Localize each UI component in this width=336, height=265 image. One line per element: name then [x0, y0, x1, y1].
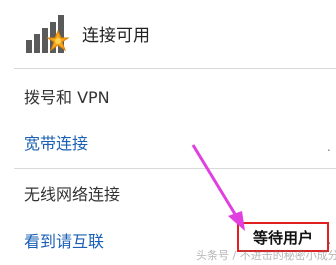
watermark: 头条号 / 不进击的秘密小成分享: [196, 249, 336, 262]
divider: [14, 68, 336, 69]
divider: [14, 168, 336, 169]
network-flyout: 连接可用 拨号和 VPN 宽带连接 . 无线网络连接 看到请互联 等待用户 . …: [0, 0, 336, 265]
waiting-user-label: 等待用户: [252, 228, 313, 247]
wifi-signal-starburst-icon: [24, 11, 74, 55]
connection-status: 连接可用: [24, 10, 150, 56]
edge-mark: .: [327, 140, 331, 154]
section-heading-wireless: 无线网络连接: [24, 185, 121, 204]
wireless-network-item[interactable]: 看到请互联: [24, 228, 104, 252]
connection-status-text: 连接可用: [82, 25, 150, 46]
broadband-connection-link[interactable]: 宽带连接: [24, 130, 88, 154]
edge-mark: .: [327, 233, 332, 248]
section-heading-dialup-vpn: 拨号和 VPN: [24, 88, 110, 107]
